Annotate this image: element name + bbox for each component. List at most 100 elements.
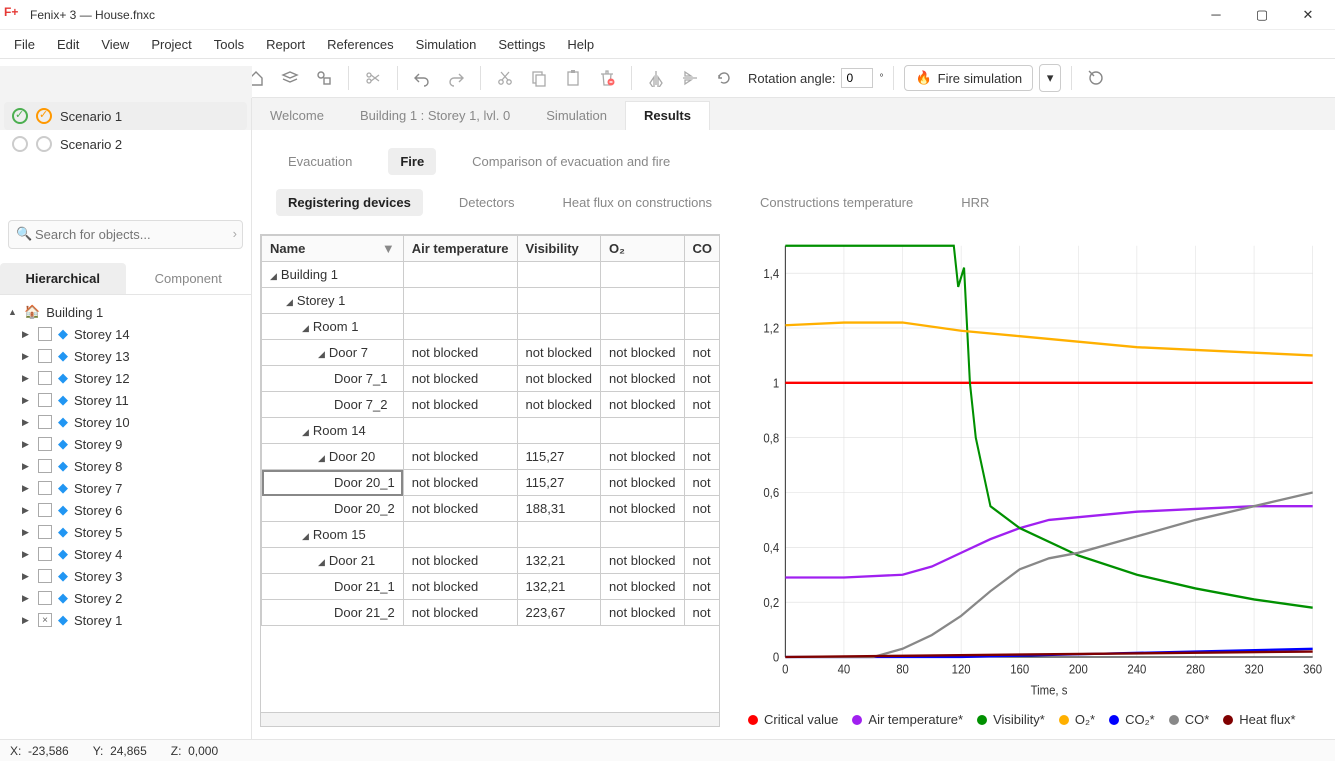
redo-icon[interactable] — [442, 64, 470, 92]
checkbox-icon[interactable] — [38, 613, 52, 627]
search-input[interactable] — [8, 220, 243, 249]
tree-storey[interactable]: ▶◆Storey 3 — [4, 565, 247, 587]
tree-storey[interactable]: ▶◆Storey 8 — [4, 455, 247, 477]
menu-file[interactable]: File — [4, 33, 45, 56]
checkbox-icon[interactable] — [38, 591, 52, 605]
legend-item[interactable]: CO₂* — [1109, 712, 1155, 727]
checkbox-icon[interactable] — [38, 349, 52, 363]
maximize-button[interactable]: ▢ — [1239, 0, 1285, 30]
delete-icon[interactable] — [593, 64, 621, 92]
tree-storey[interactable]: ▶◆Storey 14 — [4, 323, 247, 345]
table-row[interactable]: ◢Building 1 — [262, 262, 720, 288]
sub-tab[interactable]: Comparison of evacuation and fire — [460, 148, 682, 175]
table-row[interactable]: ◢Room 14 — [262, 418, 720, 444]
tree-storey[interactable]: ▶◆Storey 13 — [4, 345, 247, 367]
sub-tab[interactable]: Fire — [388, 148, 436, 175]
filter-icon[interactable]: ▼ — [382, 241, 395, 256]
table-row[interactable]: ◢Door 20not blocked115,27not blockednot — [262, 444, 720, 470]
legend-item[interactable]: Critical value — [748, 712, 838, 727]
menu-settings[interactable]: Settings — [488, 33, 555, 56]
menu-help[interactable]: Help — [557, 33, 604, 56]
rotation-input[interactable] — [841, 68, 873, 88]
sub-tab[interactable]: HRR — [949, 189, 1001, 216]
doc-tab[interactable]: Welcome — [252, 102, 342, 130]
tree-storey[interactable]: ▶◆Storey 2 — [4, 587, 247, 609]
table-row[interactable]: ◢Door 7not blockednot blockednot blocked… — [262, 340, 720, 366]
sub-tab[interactable]: Registering devices — [276, 189, 423, 216]
cut-icon[interactable] — [491, 64, 519, 92]
table-header[interactable]: O₂ — [601, 236, 685, 262]
doc-tab[interactable]: Simulation — [528, 102, 625, 130]
minimize-button[interactable]: ─ — [1193, 0, 1239, 30]
checkbox-icon[interactable] — [38, 371, 52, 385]
tree-storey[interactable]: ▶◆Storey 7 — [4, 477, 247, 499]
objects-icon[interactable] — [310, 64, 338, 92]
tree-storey[interactable]: ▶◆Storey 5 — [4, 521, 247, 543]
scenario-item[interactable]: Scenario 1 — [4, 102, 247, 130]
tree-root[interactable]: ▲🏠Building 1 — [4, 301, 247, 323]
mirror-horiz-icon[interactable] — [642, 64, 670, 92]
menu-edit[interactable]: Edit — [47, 33, 89, 56]
results-table[interactable]: Name▼Air temperatureVisibilityO₂CO◢Build… — [260, 234, 720, 727]
legend-item[interactable]: Visibility* — [977, 712, 1045, 727]
line-chart[interactable]: 0408012016020024028032036000,20,40,60,81… — [744, 234, 1323, 704]
checkbox-icon[interactable] — [38, 327, 52, 341]
menu-references[interactable]: References — [317, 33, 403, 56]
legend-item[interactable]: Air temperature* — [852, 712, 963, 727]
doc-tab[interactable]: Results — [625, 101, 710, 130]
scenario-item[interactable]: Scenario 2 — [4, 130, 247, 158]
table-header[interactable]: Visibility — [517, 236, 601, 262]
tree-storey[interactable]: ▶◆Storey 6 — [4, 499, 247, 521]
checkbox-icon[interactable] — [38, 437, 52, 451]
checkbox-icon[interactable] — [38, 415, 52, 429]
undo-icon[interactable] — [408, 64, 436, 92]
search-go-icon[interactable]: › — [233, 226, 237, 241]
checkbox-icon[interactable] — [38, 459, 52, 473]
table-row[interactable]: Door 7_2not blockednot blockednot blocke… — [262, 392, 720, 418]
menu-report[interactable]: Report — [256, 33, 315, 56]
fire-simulation-button[interactable]: 🔥 Fire simulation — [904, 65, 1033, 91]
legend-item[interactable]: CO* — [1169, 712, 1210, 727]
checkbox-icon[interactable] — [38, 393, 52, 407]
view-tab-component[interactable]: Component — [126, 263, 252, 294]
paste-icon[interactable] — [559, 64, 587, 92]
menu-project[interactable]: Project — [141, 33, 201, 56]
doc-tab[interactable]: Building 1 : Storey 1, lvl. 0 — [342, 102, 528, 130]
tree-storey[interactable]: ▶◆Storey 4 — [4, 543, 247, 565]
rotate-icon[interactable] — [710, 64, 738, 92]
layers-icon[interactable] — [276, 64, 304, 92]
menu-simulation[interactable]: Simulation — [406, 33, 487, 56]
fire-simulation-dropdown[interactable]: ▾ — [1039, 64, 1061, 92]
tree-storey[interactable]: ▶◆Storey 10 — [4, 411, 247, 433]
table-header[interactable]: CO — [684, 236, 719, 262]
table-row[interactable]: ◢Storey 1 — [262, 288, 720, 314]
target-icon[interactable] — [1082, 64, 1110, 92]
object-tree[interactable]: ▲🏠Building 1▶◆Storey 14▶◆Storey 13▶◆Stor… — [0, 295, 251, 739]
table-row[interactable]: Door 21_2not blocked223,67not blockednot — [262, 600, 720, 626]
checkbox-icon[interactable] — [38, 547, 52, 561]
scissors-icon[interactable] — [359, 64, 387, 92]
table-row[interactable]: Door 20_2not blocked188,31not blockednot — [262, 496, 720, 522]
table-row[interactable]: Door 21_1not blocked132,21not blockednot — [262, 574, 720, 600]
table-row[interactable]: Door 20_1not blocked115,27not blockednot — [262, 470, 720, 496]
menu-view[interactable]: View — [91, 33, 139, 56]
legend-item[interactable]: Heat flux* — [1223, 712, 1295, 727]
tree-storey[interactable]: ▶◆Storey 12 — [4, 367, 247, 389]
checkbox-icon[interactable] — [38, 481, 52, 495]
menu-tools[interactable]: Tools — [204, 33, 254, 56]
table-row[interactable]: Door 7_1not blockednot blockednot blocke… — [262, 366, 720, 392]
checkbox-icon[interactable] — [38, 525, 52, 539]
copy-icon[interactable] — [525, 64, 553, 92]
sub-tab[interactable]: Evacuation — [276, 148, 364, 175]
tree-storey[interactable]: ▶◆Storey 11 — [4, 389, 247, 411]
table-header[interactable]: Name▼ — [262, 236, 404, 262]
close-button[interactable]: ✕ — [1285, 0, 1331, 30]
view-tab-hierarchical[interactable]: Hierarchical — [0, 263, 126, 294]
table-header[interactable]: Air temperature — [403, 236, 517, 262]
table-horiz-scrollbar[interactable] — [261, 712, 719, 726]
sub-tab[interactable]: Detectors — [447, 189, 527, 216]
tree-storey[interactable]: ▶◆Storey 9 — [4, 433, 247, 455]
table-row[interactable]: ◢Room 1 — [262, 314, 720, 340]
table-row[interactable]: ◢Room 15 — [262, 522, 720, 548]
sub-tab[interactable]: Constructions temperature — [748, 189, 925, 216]
